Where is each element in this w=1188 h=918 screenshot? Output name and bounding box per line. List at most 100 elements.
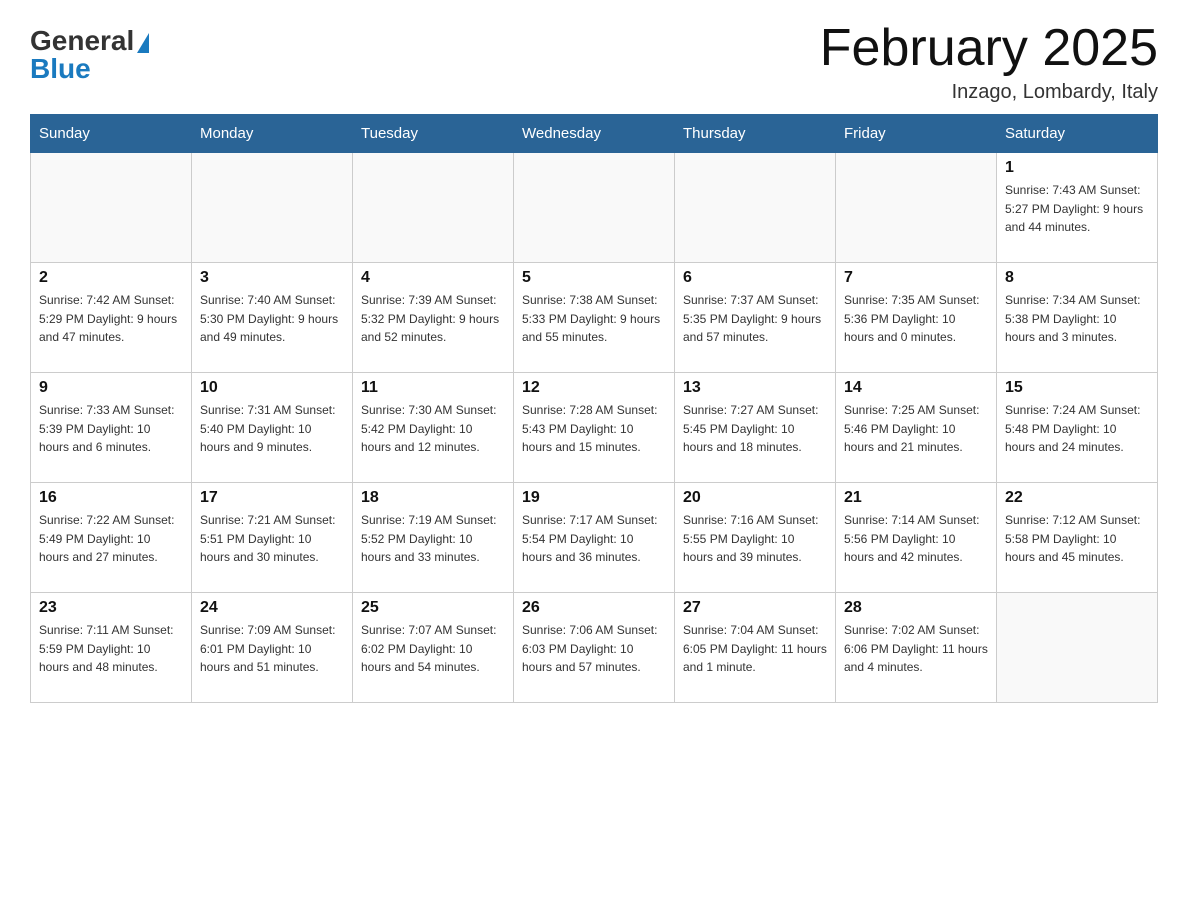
- day-number: 1: [1005, 159, 1149, 177]
- day-info: Sunrise: 7:28 AM Sunset: 5:43 PM Dayligh…: [522, 401, 666, 457]
- calendar-cell: [31, 153, 192, 263]
- day-info: Sunrise: 7:34 AM Sunset: 5:38 PM Dayligh…: [1005, 291, 1149, 347]
- day-info: Sunrise: 7:38 AM Sunset: 5:33 PM Dayligh…: [522, 291, 666, 347]
- day-number: 24: [200, 599, 344, 617]
- day-number: 17: [200, 489, 344, 507]
- calendar-cell: 28Sunrise: 7:02 AM Sunset: 6:06 PM Dayli…: [836, 593, 997, 703]
- calendar-cell: [675, 153, 836, 263]
- calendar-cell: 26Sunrise: 7:06 AM Sunset: 6:03 PM Dayli…: [514, 593, 675, 703]
- day-number: 23: [39, 599, 183, 617]
- calendar-cell: 2 Sunrise: 7:42 AM Sunset: 5:29 PM Daylig…: [31, 263, 192, 373]
- calendar-cell: 1 Sunrise: 7:43 AM Sunset: 5:27 PM Daylig…: [997, 153, 1158, 263]
- day-number: 5: [522, 269, 666, 287]
- day-number: 20: [683, 489, 827, 507]
- calendar-cell: 23 Sunrise: 7:11 AM Sunset: 5:59 PM Dayli…: [31, 593, 192, 703]
- day-number: 27: [683, 599, 827, 617]
- day-number: 21: [844, 489, 988, 507]
- calendar-week-row: 9 Sunrise: 7:33 AM Sunset: 5:39 PM Daylig…: [31, 373, 1158, 483]
- calendar-cell: 12 Sunrise: 7:28 AM Sunset: 5:43 PM Dayli…: [514, 373, 675, 483]
- calendar-cell: 24Sunrise: 7:09 AM Sunset: 6:01 PM Dayli…: [192, 593, 353, 703]
- day-info: Sunrise: 7:19 AM Sunset: 5:52 PM Dayligh…: [361, 511, 505, 567]
- page-header: General Blue February 2025 Inzago, Lomba…: [30, 20, 1158, 104]
- day-info: Sunrise: 7:04 AM Sunset: 6:05 PM Dayligh…: [683, 621, 827, 677]
- day-number: 10: [200, 379, 344, 397]
- day-number: 22: [1005, 489, 1149, 507]
- calendar-week-row: 23 Sunrise: 7:11 AM Sunset: 5:59 PM Dayli…: [31, 593, 1158, 703]
- day-number: 9: [39, 379, 183, 397]
- calendar-cell: 5 Sunrise: 7:38 AM Sunset: 5:33 PM Daylig…: [514, 263, 675, 373]
- day-info: Sunrise: 7:21 AM Sunset: 5:51 PM Dayligh…: [200, 511, 344, 567]
- calendar-cell: 15Sunrise: 7:24 AM Sunset: 5:48 PM Dayli…: [997, 373, 1158, 483]
- day-number: 18: [361, 489, 505, 507]
- day-number: 16: [39, 489, 183, 507]
- day-number: 4: [361, 269, 505, 287]
- calendar-cell: 19 Sunrise: 7:17 AM Sunset: 5:54 PM Dayli…: [514, 483, 675, 593]
- day-info: Sunrise: 7:11 AM Sunset: 5:59 PM Dayligh…: [39, 621, 183, 677]
- logo-triangle-icon: [137, 33, 149, 53]
- calendar-subtitle: Inzago, Lombardy, Italy: [820, 81, 1158, 104]
- calendar-cell: 6 Sunrise: 7:37 AM Sunset: 5:35 PM Daylig…: [675, 263, 836, 373]
- col-monday: Monday: [192, 115, 353, 153]
- calendar-cell: [514, 153, 675, 263]
- col-sunday: Sunday: [31, 115, 192, 153]
- day-number: 25: [361, 599, 505, 617]
- day-number: 26: [522, 599, 666, 617]
- day-number: 2: [39, 269, 183, 287]
- day-number: 6: [683, 269, 827, 287]
- day-info: Sunrise: 7:39 AM Sunset: 5:32 PM Dayligh…: [361, 291, 505, 347]
- calendar-header: Sunday Monday Tuesday Wednesday Thursday…: [31, 115, 1158, 153]
- calendar-cell: [836, 153, 997, 263]
- day-info: Sunrise: 7:25 AM Sunset: 5:46 PM Dayligh…: [844, 401, 988, 457]
- calendar-cell: [997, 593, 1158, 703]
- calendar-cell: 9 Sunrise: 7:33 AM Sunset: 5:39 PM Daylig…: [31, 373, 192, 483]
- day-info: Sunrise: 7:12 AM Sunset: 5:58 PM Dayligh…: [1005, 511, 1149, 567]
- day-info: Sunrise: 7:40 AM Sunset: 5:30 PM Dayligh…: [200, 291, 344, 347]
- day-info: Sunrise: 7:43 AM Sunset: 5:27 PM Dayligh…: [1005, 181, 1149, 237]
- day-info: Sunrise: 7:24 AM Sunset: 5:48 PM Dayligh…: [1005, 401, 1149, 457]
- calendar-title: February 2025: [820, 20, 1158, 77]
- day-number: 3: [200, 269, 344, 287]
- day-number: 14: [844, 379, 988, 397]
- day-info: Sunrise: 7:07 AM Sunset: 6:02 PM Dayligh…: [361, 621, 505, 677]
- header-row: Sunday Monday Tuesday Wednesday Thursday…: [31, 115, 1158, 153]
- day-number: 28: [844, 599, 988, 617]
- calendar-week-row: 1 Sunrise: 7:43 AM Sunset: 5:27 PM Daylig…: [31, 153, 1158, 263]
- day-info: Sunrise: 7:22 AM Sunset: 5:49 PM Dayligh…: [39, 511, 183, 567]
- day-info: Sunrise: 7:16 AM Sunset: 5:55 PM Dayligh…: [683, 511, 827, 567]
- day-info: Sunrise: 7:33 AM Sunset: 5:39 PM Dayligh…: [39, 401, 183, 457]
- col-thursday: Thursday: [675, 115, 836, 153]
- day-number: 12: [522, 379, 666, 397]
- col-tuesday: Tuesday: [353, 115, 514, 153]
- calendar-cell: 25 Sunrise: 7:07 AM Sunset: 6:02 PM Dayli…: [353, 593, 514, 703]
- calendar-cell: 17 Sunrise: 7:21 AM Sunset: 5:51 PM Dayli…: [192, 483, 353, 593]
- day-info: Sunrise: 7:31 AM Sunset: 5:40 PM Dayligh…: [200, 401, 344, 457]
- calendar-cell: 11Sunrise: 7:30 AM Sunset: 5:42 PM Dayli…: [353, 373, 514, 483]
- day-info: Sunrise: 7:17 AM Sunset: 5:54 PM Dayligh…: [522, 511, 666, 567]
- logo: General Blue: [30, 20, 149, 85]
- calendar-week-row: 2 Sunrise: 7:42 AM Sunset: 5:29 PM Daylig…: [31, 263, 1158, 373]
- day-number: 7: [844, 269, 988, 287]
- calendar-week-row: 16 Sunrise: 7:22 AM Sunset: 5:49 PM Dayli…: [31, 483, 1158, 593]
- calendar-cell: [192, 153, 353, 263]
- day-info: Sunrise: 7:35 AM Sunset: 5:36 PM Dayligh…: [844, 291, 988, 347]
- calendar-body: 1 Sunrise: 7:43 AM Sunset: 5:27 PM Daylig…: [31, 153, 1158, 703]
- day-info: Sunrise: 7:27 AM Sunset: 5:45 PM Dayligh…: [683, 401, 827, 457]
- day-number: 19: [522, 489, 666, 507]
- col-friday: Friday: [836, 115, 997, 153]
- title-block: February 2025 Inzago, Lombardy, Italy: [820, 20, 1158, 104]
- day-info: Sunrise: 7:37 AM Sunset: 5:35 PM Dayligh…: [683, 291, 827, 347]
- calendar-cell: 16 Sunrise: 7:22 AM Sunset: 5:49 PM Dayli…: [31, 483, 192, 593]
- calendar-cell: 27 Sunrise: 7:04 AM Sunset: 6:05 PM Dayli…: [675, 593, 836, 703]
- calendar-table: Sunday Monday Tuesday Wednesday Thursday…: [30, 114, 1158, 703]
- day-number: 11: [361, 379, 505, 397]
- calendar-cell: 8Sunrise: 7:34 AM Sunset: 5:38 PM Daylig…: [997, 263, 1158, 373]
- calendar-cell: [353, 153, 514, 263]
- calendar-cell: 10 Sunrise: 7:31 AM Sunset: 5:40 PM Dayli…: [192, 373, 353, 483]
- calendar-cell: 4 Sunrise: 7:39 AM Sunset: 5:32 PM Daylig…: [353, 263, 514, 373]
- day-info: Sunrise: 7:14 AM Sunset: 5:56 PM Dayligh…: [844, 511, 988, 567]
- day-info: Sunrise: 7:42 AM Sunset: 5:29 PM Dayligh…: [39, 291, 183, 347]
- day-number: 13: [683, 379, 827, 397]
- calendar-cell: 21 Sunrise: 7:14 AM Sunset: 5:56 PM Dayli…: [836, 483, 997, 593]
- col-wednesday: Wednesday: [514, 115, 675, 153]
- calendar-cell: 7 Sunrise: 7:35 AM Sunset: 5:36 PM Daylig…: [836, 263, 997, 373]
